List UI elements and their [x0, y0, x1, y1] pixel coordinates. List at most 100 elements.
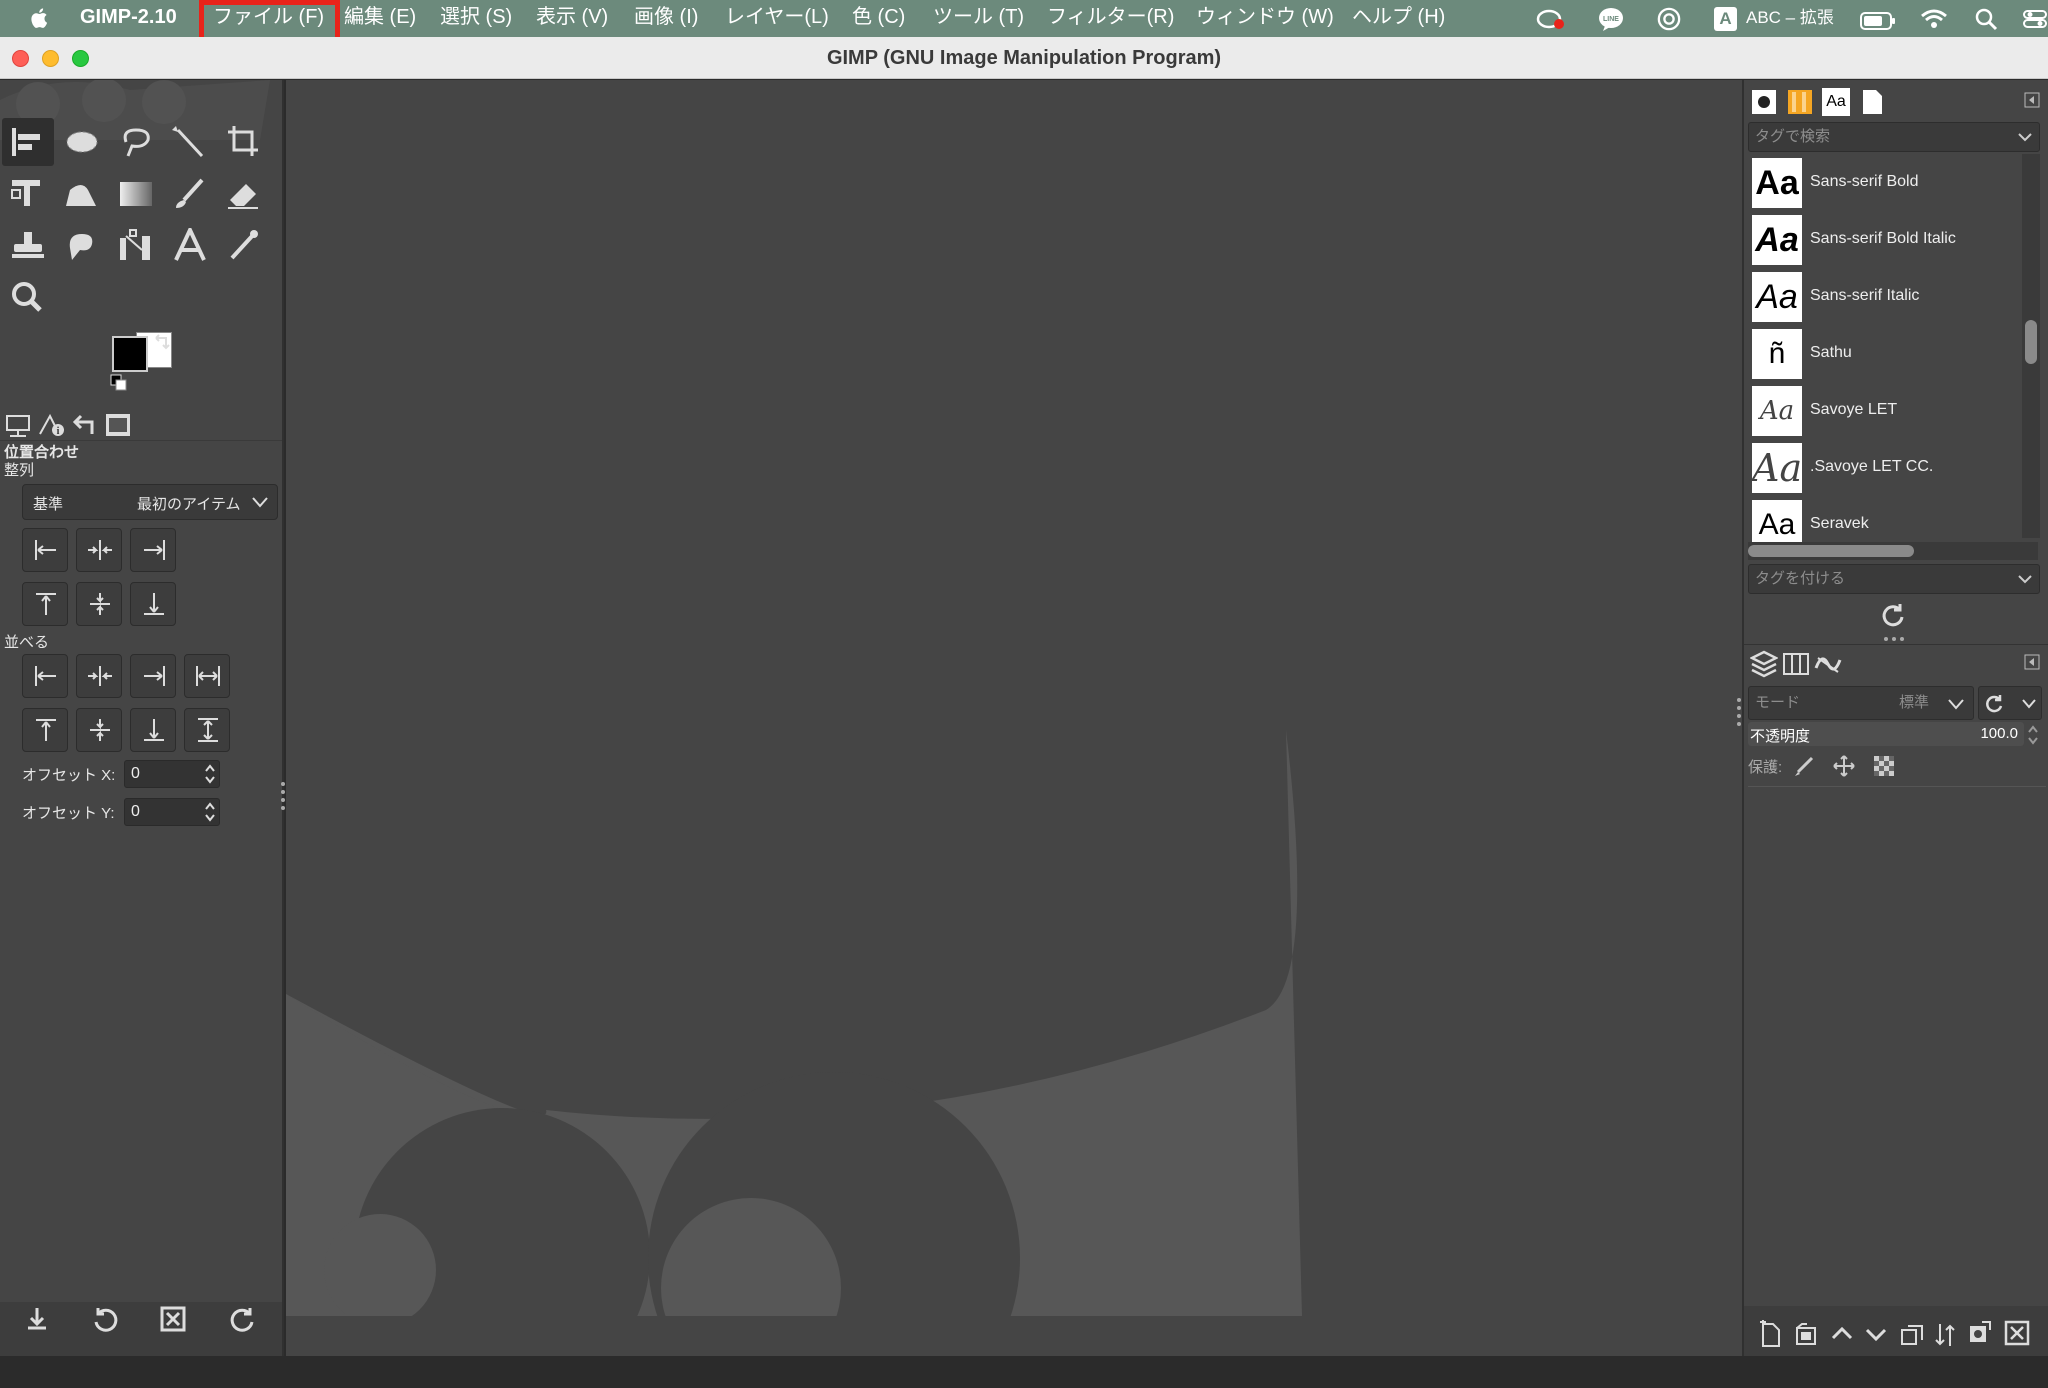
opacity-slider[interactable]: 不透明度 100.0 — [1748, 722, 2024, 746]
align-bottom-button[interactable] — [130, 582, 176, 626]
menu-colors[interactable]: 色 (C) — [852, 0, 905, 37]
new-layer-group-icon[interactable] — [1794, 1320, 1818, 1348]
refresh-fonts-icon[interactable] — [1880, 602, 1906, 628]
control-center-icon[interactable] — [2022, 7, 2048, 31]
image-canvas-area[interactable] — [286, 80, 1742, 1356]
app-name-menu[interactable]: GIMP-2.10 — [80, 0, 177, 37]
duplicate-layer-icon[interactable] — [1900, 1322, 1924, 1348]
layers-list[interactable] — [1748, 788, 2046, 1388]
delete-layer-icon[interactable] — [2004, 1320, 2030, 1346]
smudge-tool[interactable] — [56, 222, 108, 270]
images-tab-icon[interactable] — [102, 410, 136, 440]
creative-cloud-icon[interactable] — [1536, 7, 1566, 31]
offset-y-input[interactable]: 0 — [124, 798, 220, 826]
font-item-sathu[interactable]: ñ Sathu — [1752, 325, 2014, 381]
distribute-hcenter-button[interactable] — [76, 654, 122, 698]
layer-mode-dropdown[interactable]: モード 標準 — [1748, 686, 1974, 720]
paths-tool[interactable] — [110, 222, 162, 270]
tag-assign-field[interactable]: タグを付ける — [1748, 564, 2040, 594]
distribute-vertical-gap-button[interactable] — [184, 708, 230, 752]
distribute-top-button[interactable] — [22, 708, 68, 752]
font-item-seravek[interactable]: Aa Seravek — [1752, 496, 2014, 546]
swap-colors-icon[interactable] — [152, 334, 172, 354]
fonts-tab[interactable]: Aa — [1822, 88, 1850, 116]
layers-tab-icon[interactable] — [1750, 650, 1778, 678]
restore-options-icon[interactable] — [90, 1304, 120, 1334]
unified-transform-tool[interactable] — [2, 170, 54, 218]
font-item-sans-serif-bold-italic[interactable]: Aa Sans-serif Bold Italic — [1752, 211, 2014, 267]
align-vcenter-button[interactable] — [76, 582, 122, 626]
dock-separator-grip[interactable] — [1882, 636, 1908, 642]
align-left-button[interactable] — [22, 528, 68, 572]
free-select-tool[interactable] — [110, 118, 162, 166]
hscrollbar-thumb[interactable] — [1748, 545, 1914, 557]
mode-reset-dropdown[interactable] — [1978, 686, 2042, 720]
relative-to-dropdown[interactable]: 基準 最初のアイテム — [22, 484, 278, 520]
brushes-tab-icon[interactable] — [1750, 88, 1778, 116]
tag-search-field[interactable]: タグで検索 — [1748, 122, 2040, 152]
ellipse-select-tool[interactable] — [56, 118, 108, 166]
font-list-hscrollbar[interactable] — [1748, 542, 2038, 560]
wifi-icon[interactable] — [1920, 7, 1948, 31]
text-tool[interactable] — [164, 222, 216, 270]
crop-tool[interactable] — [218, 118, 270, 166]
panel-menu-icon[interactable] — [2024, 654, 2040, 670]
default-colors-icon[interactable] — [110, 374, 128, 392]
save-options-icon[interactable] — [22, 1304, 52, 1334]
merge-layer-icon[interactable] — [1934, 1322, 1958, 1348]
layer-mask-icon[interactable] — [1968, 1320, 1992, 1346]
foreground-color-swatch[interactable] — [112, 336, 148, 372]
channels-tab-icon[interactable] — [1782, 650, 1810, 678]
lock-alpha-icon[interactable] — [1872, 754, 1896, 778]
battery-icon[interactable] — [1860, 9, 1896, 33]
apple-icon[interactable] — [28, 6, 52, 30]
clone-tool[interactable] — [2, 222, 54, 270]
zoom-tool[interactable] — [2, 274, 54, 322]
menu-windows[interactable]: ウィンドウ (W) — [1196, 0, 1334, 37]
align-top-button[interactable] — [22, 582, 68, 626]
font-item-savoye-let-cc[interactable]: Aa .Savoye LET CC. — [1752, 439, 2014, 495]
menu-select[interactable]: 選択 (S) — [440, 0, 512, 37]
lock-position-icon[interactable] — [1832, 754, 1856, 778]
font-item-sans-serif-bold[interactable]: Aa Sans-serif Bold — [1752, 154, 2014, 210]
eraser-tool[interactable] — [218, 170, 270, 218]
lock-pixels-icon[interactable] — [1792, 754, 1816, 778]
align-hcenter-button[interactable] — [76, 528, 122, 572]
menu-filters[interactable]: フィルター(R) — [1047, 0, 1174, 37]
document-history-tab-icon[interactable] — [1858, 88, 1886, 116]
distribute-bottom-button[interactable] — [130, 708, 176, 752]
line-app-icon[interactable]: LINE — [1598, 7, 1624, 31]
font-list-scrollbar[interactable] — [2022, 154, 2040, 538]
spin-arrows-icon[interactable] — [203, 763, 217, 785]
menu-view[interactable]: 表示 (V) — [536, 0, 608, 37]
distribute-horizontal-gap-button[interactable] — [184, 654, 230, 698]
align-right-button[interactable] — [130, 528, 176, 572]
menu-image[interactable]: 画像 (I) — [634, 0, 698, 37]
input-source-badge[interactable]: A — [1714, 7, 1737, 31]
menu-help[interactable]: ヘルプ (H) — [1352, 0, 1445, 37]
panel-menu-icon[interactable] — [2024, 92, 2040, 108]
spin-arrows-icon[interactable] — [2026, 724, 2040, 746]
spotlight-search-icon[interactable] — [1974, 7, 1998, 31]
patterns-tab-icon[interactable] — [1786, 88, 1814, 116]
color-picker-tool[interactable] — [218, 222, 270, 270]
menu-layer[interactable]: レイヤー(L) — [725, 0, 829, 37]
fuzzy-select-tool[interactable] — [164, 118, 216, 166]
new-layer-icon[interactable] — [1758, 1320, 1782, 1348]
menu-tools[interactable]: ツール (T) — [933, 0, 1024, 37]
distribute-left-button[interactable] — [22, 654, 68, 698]
tool-options-tab-icon[interactable] — [4, 410, 38, 440]
distribute-vcenter-button[interactable] — [76, 708, 122, 752]
paths-tab-icon[interactable] — [1814, 650, 1842, 678]
undo-history-tab-icon[interactable] — [68, 410, 102, 440]
scrollbar-thumb[interactable] — [2025, 320, 2037, 364]
device-status-tab-icon[interactable]: i — [36, 410, 70, 440]
distribute-right-button[interactable] — [130, 654, 176, 698]
font-item-savoye-let[interactable]: Aa Savoye LET — [1752, 382, 2014, 438]
offset-x-input[interactable]: 0 — [124, 760, 220, 788]
reset-options-icon[interactable] — [228, 1304, 258, 1334]
delete-options-icon[interactable] — [158, 1304, 188, 1334]
spin-arrows-icon[interactable] — [203, 801, 217, 823]
paintbrush-tool[interactable] — [164, 170, 216, 218]
align-tool[interactable] — [2, 118, 54, 166]
